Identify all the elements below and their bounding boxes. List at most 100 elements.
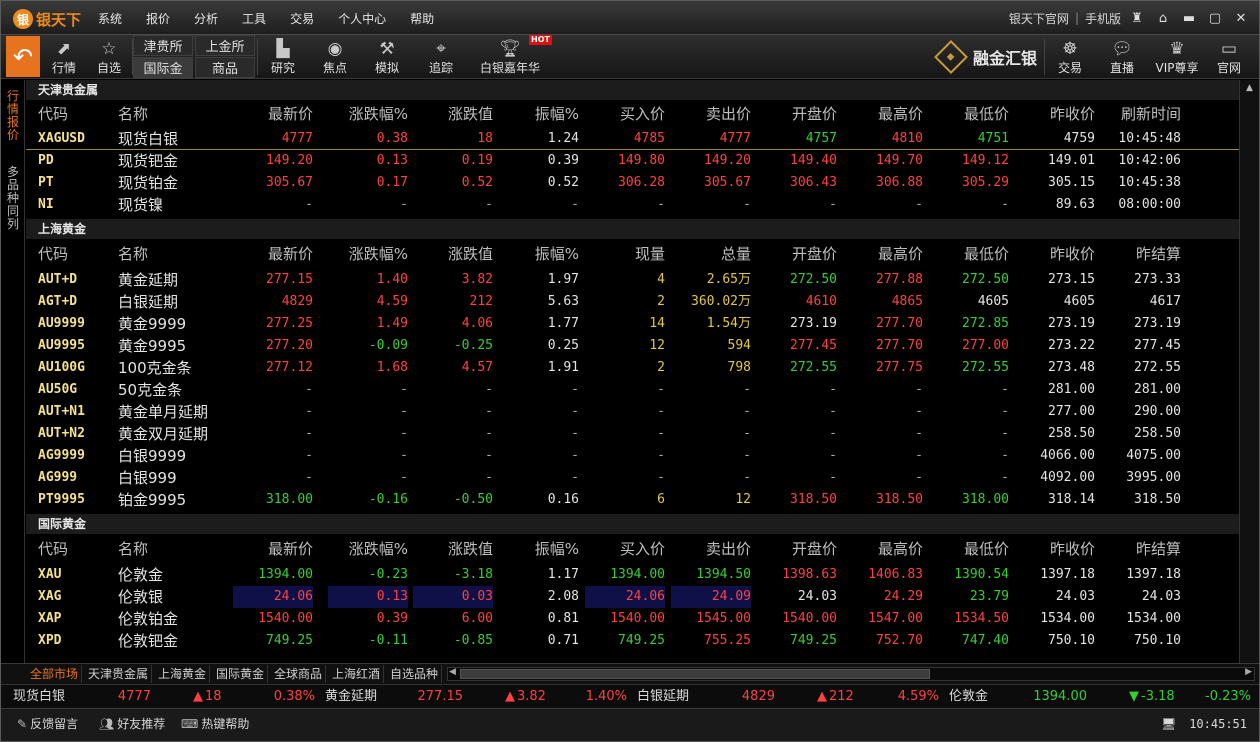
column-header[interactable]: 涨跌值 bbox=[413, 242, 493, 266]
feedback-link[interactable]: ✎ 反馈留言 bbox=[17, 709, 78, 739]
column-header[interactable]: 买入价 bbox=[585, 102, 665, 126]
market-intl-gold[interactable]: 国际金 bbox=[133, 57, 193, 78]
table-row[interactable]: AUT+D 黄金延期 277.15 1.40 3.82 1.97 4 2.65万 272.50 2… bbox=[26, 269, 1239, 291]
column-header[interactable]: 涨跌幅% bbox=[328, 242, 408, 266]
tab-multi-product[interactable]: 多品种同列 bbox=[4, 166, 22, 231]
vertical-scrollbar[interactable]: ▲ bbox=[1239, 80, 1259, 663]
column-header[interactable]: 最新价 bbox=[233, 102, 313, 126]
home-icon[interactable]: ⌂ bbox=[1153, 11, 1173, 26]
toolbar-track[interactable]: ⌖ 追踪 bbox=[421, 35, 461, 79]
bottom-tab-tianjin[interactable]: 天津贵金属 bbox=[85, 665, 153, 683]
column-header[interactable]: 最高价 bbox=[843, 102, 923, 126]
table-row[interactable]: AG999 白银999 - - - - - - - - - 4092.00 3995.00 bbox=[26, 467, 1239, 489]
bottom-tab-intl[interactable]: 国际黄金 bbox=[213, 665, 269, 683]
column-header[interactable]: 名称 bbox=[118, 537, 148, 561]
toolbar-focus[interactable]: ◉ 焦点 bbox=[315, 35, 355, 79]
skin-icon[interactable]: ♜ bbox=[1127, 11, 1147, 26]
table-row[interactable]: XAGUSD 现货白银 4777 0.38 18 1.24 4785 4777 4757 4810… bbox=[26, 128, 1239, 150]
close-button[interactable]: ✕ bbox=[1231, 11, 1251, 26]
scroll-up-arrow-icon[interactable]: ▲ bbox=[1240, 80, 1259, 96]
market-tianjin[interactable]: 津贵所 bbox=[133, 35, 193, 56]
column-header[interactable]: 卖出价 bbox=[671, 537, 751, 561]
table-row[interactable]: AU9995 黄金9995 277.20 -0.09 -0.25 0.25 12 594 277… bbox=[26, 335, 1239, 357]
column-header[interactable]: 代码 bbox=[38, 102, 68, 126]
official-site-link[interactable]: 银天下官网 bbox=[1009, 10, 1069, 27]
recommend-link[interactable]: 👥︎ 好友推荐 bbox=[99, 709, 165, 739]
column-header[interactable]: 最高价 bbox=[843, 242, 923, 266]
column-header[interactable]: 最新价 bbox=[233, 537, 313, 561]
column-header[interactable]: 名称 bbox=[118, 242, 148, 266]
column-header[interactable]: 涨跌值 bbox=[413, 537, 493, 561]
menu-help[interactable]: 帮助 bbox=[410, 10, 434, 27]
table-row[interactable]: AU50G 50克金条 - - - - - - - - - 281.00 281.00 bbox=[26, 379, 1239, 401]
column-header[interactable]: 最低价 bbox=[929, 102, 1009, 126]
menu-user-center[interactable]: 个人中心 bbox=[338, 10, 386, 27]
scroll-thumb[interactable] bbox=[460, 669, 930, 679]
minimize-button[interactable]: ▬ bbox=[1179, 11, 1199, 26]
table-row[interactable]: PT 现货铂金 305.67 0.17 0.52 0.52 306.28 305.67 306.… bbox=[26, 172, 1239, 194]
column-header[interactable]: 买入价 bbox=[585, 537, 665, 561]
table-row[interactable]: XAU 伦敦金 1394.00 -0.23 -3.18 1.17 1394.00 1394.5… bbox=[26, 564, 1239, 586]
table-row[interactable]: PD 现货钯金 149.20 0.13 0.19 0.39 149.80 149.20 149.… bbox=[26, 150, 1239, 172]
column-header[interactable]: 振幅% bbox=[509, 242, 579, 266]
market-commodity[interactable]: 商品 bbox=[195, 57, 255, 78]
rongjin-logo[interactable]: ◆ 融金汇银 bbox=[934, 40, 1037, 74]
menu-trade[interactable]: 交易 bbox=[290, 10, 314, 27]
horizontal-scrollbar[interactable]: ◀ ▶ bbox=[447, 667, 1255, 681]
toolbar-trade[interactable]: ☸ 交易 bbox=[1049, 35, 1091, 79]
market-shanghai[interactable]: 上金所 bbox=[195, 35, 255, 56]
column-header[interactable]: 开盘价 bbox=[757, 102, 837, 126]
column-header[interactable]: 昨结算 bbox=[1091, 242, 1181, 266]
column-header[interactable]: 开盘价 bbox=[757, 537, 837, 561]
column-header[interactable]: 昨收价 bbox=[1015, 242, 1095, 266]
scroll-left-arrow-icon[interactable]: ◀ bbox=[449, 667, 456, 677]
table-row[interactable]: AUT+N1 黄金单月延期 - - - - - - - - - 277.00 290.00 bbox=[26, 401, 1239, 423]
toolbar-quote[interactable]: ⬈ 行情 bbox=[45, 35, 83, 79]
menu-system[interactable]: 系统 bbox=[98, 10, 122, 27]
column-header[interactable]: 名称 bbox=[118, 102, 148, 126]
column-header[interactable]: 开盘价 bbox=[757, 242, 837, 266]
column-header[interactable]: 现量 bbox=[585, 242, 665, 266]
bottom-tab-wine[interactable]: 上海红酒 bbox=[329, 665, 385, 683]
column-header[interactable]: 代码 bbox=[38, 537, 68, 561]
column-header[interactable]: 涨跌幅% bbox=[328, 102, 408, 126]
column-header[interactable]: 总量 bbox=[671, 242, 751, 266]
mobile-version-link[interactable]: 手机版 bbox=[1085, 10, 1121, 27]
bottom-tab-all[interactable]: 全部市场 bbox=[27, 665, 83, 683]
column-header[interactable]: 涨跌值 bbox=[413, 102, 493, 126]
table-row[interactable]: XAG 伦敦银 24.06 0.13 0.03 2.08 24.06 24.09 24.03 24… bbox=[26, 586, 1239, 608]
column-header[interactable]: 卖出价 bbox=[671, 102, 751, 126]
menu-analysis[interactable]: 分析 bbox=[194, 10, 218, 27]
column-header[interactable]: 昨收价 bbox=[1015, 102, 1095, 126]
scroll-right-arrow-icon[interactable]: ▶ bbox=[1245, 667, 1252, 677]
column-header[interactable]: 最低价 bbox=[929, 537, 1009, 561]
toolbar-live[interactable]: 💬︎ 直播 bbox=[1101, 35, 1143, 79]
table-row[interactable]: AU100G 100克金条 277.12 1.68 4.57 1.91 2 798 272.55… bbox=[26, 357, 1239, 379]
toolbar-favorites[interactable]: ☆ 自选 bbox=[90, 35, 128, 79]
table-row[interactable]: AGT+D 白银延期 4829 4.59 212 5.63 2 360.02万 4610 4865… bbox=[26, 291, 1239, 313]
column-header[interactable]: 刷新时间 bbox=[1091, 102, 1181, 126]
column-header[interactable]: 最高价 bbox=[843, 537, 923, 561]
toolbar-vip[interactable]: ♛ VIP尊享 bbox=[1151, 35, 1203, 79]
column-header[interactable]: 振幅% bbox=[509, 537, 579, 561]
menu-tools[interactable]: 工具 bbox=[242, 10, 266, 27]
toolbar-simulate[interactable]: ⚒ 模拟 bbox=[367, 35, 407, 79]
hotkey-link[interactable]: ⌨ 热键帮助 bbox=[181, 709, 249, 739]
column-header[interactable]: 涨跌幅% bbox=[328, 537, 408, 561]
table-row[interactable]: AUT+N2 黄金双月延期 - - - - - - - - - 258.50 258.50 bbox=[26, 423, 1239, 445]
table-row[interactable]: XPD 伦敦钯金 749.25 -0.11 -0.85 0.71 749.25 755.25 7… bbox=[26, 630, 1239, 652]
toolbar-official[interactable]: ▭ 官网 bbox=[1209, 35, 1249, 79]
bottom-tab-global[interactable]: 全球商品 bbox=[271, 665, 327, 683]
menu-quote[interactable]: 报价 bbox=[146, 10, 170, 27]
monitor-status-icon[interactable]: 🖥︎ bbox=[1161, 709, 1176, 739]
column-header[interactable]: 昨结算 bbox=[1091, 537, 1181, 561]
table-row[interactable]: AU9999 黄金9999 277.25 1.49 4.06 1.77 14 1.54万 273… bbox=[26, 313, 1239, 335]
table-row[interactable]: PT9995 铂金9995 318.00 -0.16 -0.50 0.16 6 12 318.5… bbox=[26, 489, 1239, 511]
column-header[interactable]: 昨收价 bbox=[1015, 537, 1095, 561]
column-header[interactable]: 最低价 bbox=[929, 242, 1009, 266]
back-button[interactable]: ↶ bbox=[6, 36, 40, 77]
table-row[interactable]: AG9999 白银9999 - - - - - - - - - 4066.00 4075.00 bbox=[26, 445, 1239, 467]
column-header[interactable]: 振幅% bbox=[509, 102, 579, 126]
tab-quote-list[interactable]: 行情报价 bbox=[4, 90, 22, 142]
maximize-button[interactable]: ▢ bbox=[1205, 11, 1225, 26]
